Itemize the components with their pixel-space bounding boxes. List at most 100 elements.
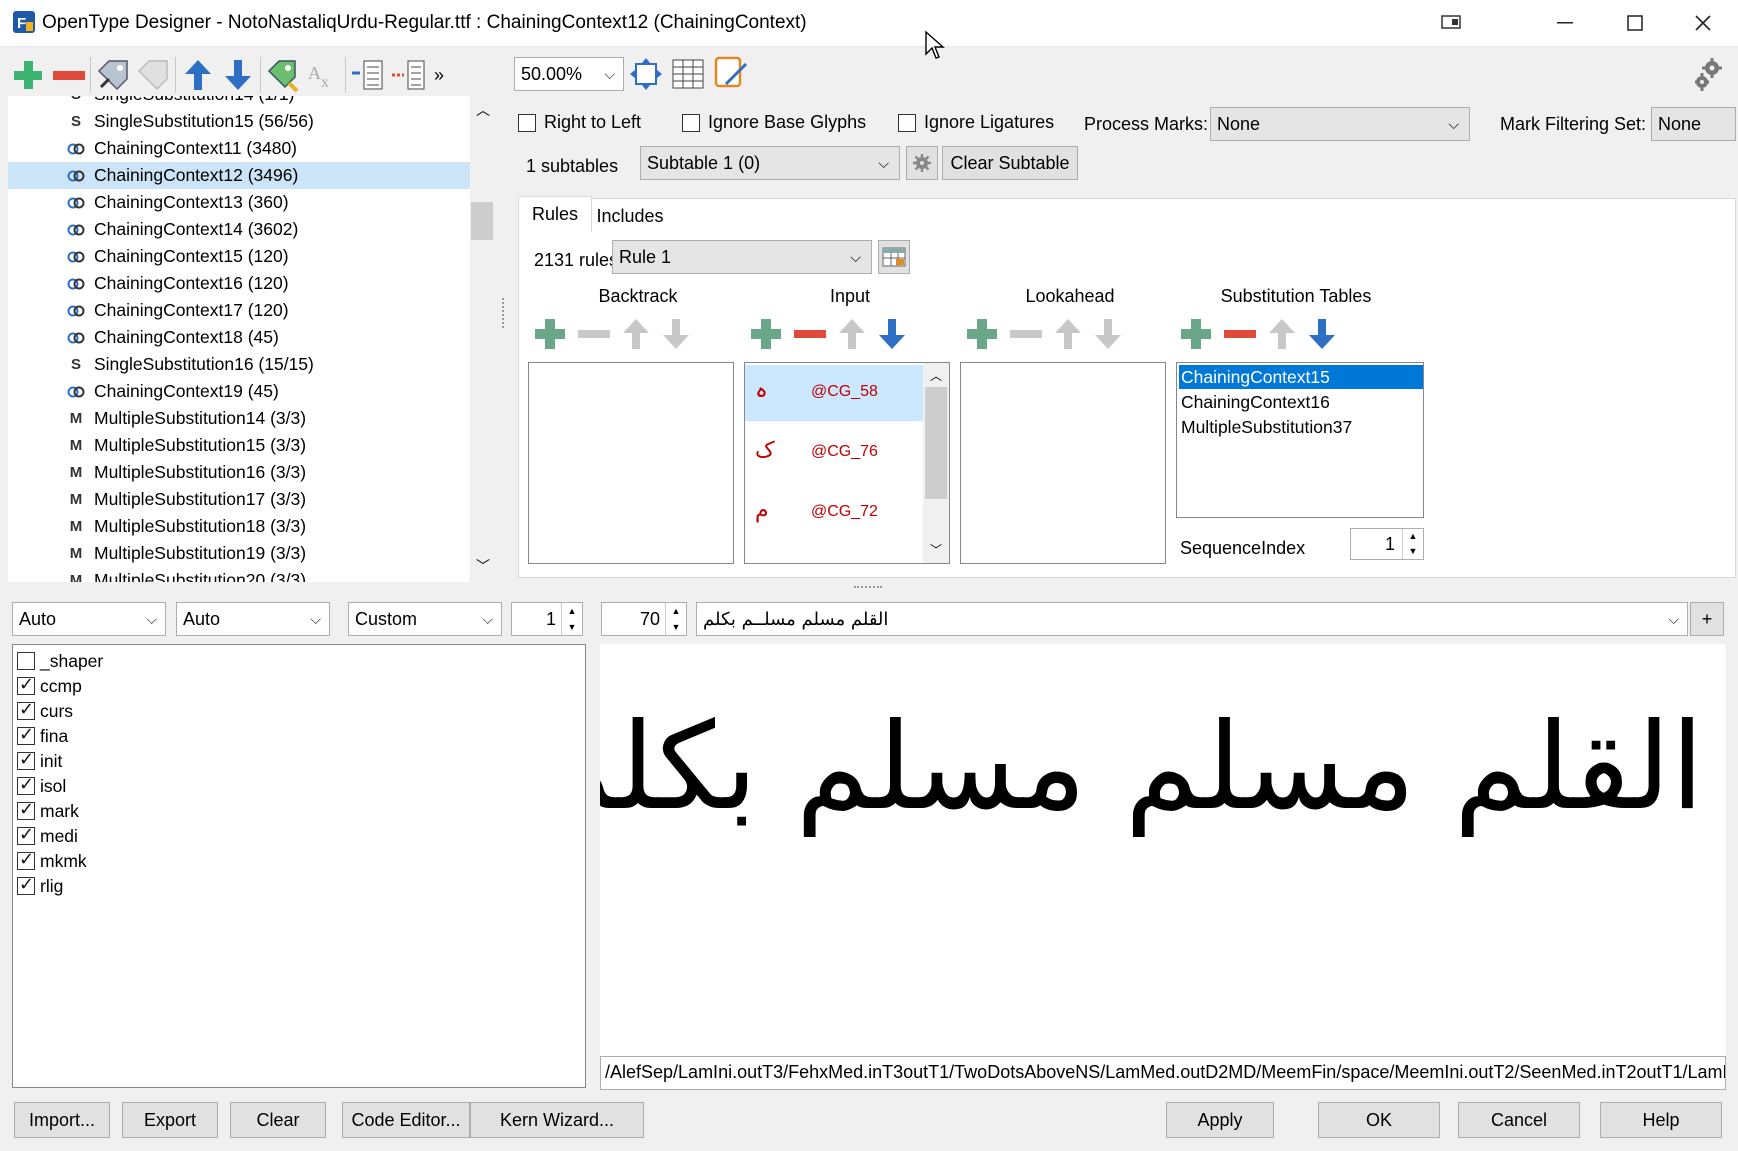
feature-checkbox[interactable] bbox=[17, 824, 35, 845]
edit-tag-icon[interactable] bbox=[95, 55, 131, 95]
sample-text-combo[interactable]: القلم مسلم مسلــم بکلم ⌵ bbox=[696, 602, 1688, 636]
feature-checkbox[interactable] bbox=[17, 724, 35, 745]
scroll-down-icon[interactable]: ﹀ bbox=[476, 556, 490, 576]
ok-button[interactable]: OK bbox=[1318, 1102, 1440, 1138]
lookahead-list[interactable] bbox=[960, 362, 1166, 564]
minimize-button[interactable] bbox=[1530, 0, 1600, 46]
lookup-item[interactable]: ChainingContext19 (45) bbox=[8, 378, 470, 405]
right-to-left-checkbox[interactable] bbox=[518, 113, 536, 132]
add-lookahead-button[interactable] bbox=[964, 316, 1000, 352]
glyph-string-field[interactable]: /AlefSep/LamIni.outT3/FehxMed.inT3outT1/… bbox=[600, 1056, 1726, 1090]
feature-checkbox[interactable] bbox=[17, 849, 35, 870]
lookup-item[interactable]: S SingleSubstitution16 (15/15) bbox=[8, 351, 470, 378]
tab-rules[interactable]: Rules bbox=[518, 196, 592, 232]
add-lookup-button[interactable] bbox=[10, 55, 46, 95]
substitution-up-button[interactable] bbox=[1266, 316, 1298, 352]
lookup-item[interactable]: ChainingContext12 (3496) bbox=[8, 162, 470, 189]
list-extract-icon[interactable] bbox=[390, 55, 426, 95]
remove-substitution-button[interactable] bbox=[1222, 316, 1258, 352]
input-item[interactable]: ک @CG_76 bbox=[745, 425, 923, 481]
input-item[interactable]: م @CG_72 bbox=[745, 485, 923, 541]
lookup-item[interactable]: S SingleSubstitution15 (56/56) bbox=[8, 108, 470, 135]
font-size-stepper[interactable]: 70 ▲ ▼ bbox=[601, 602, 687, 636]
scroll-down-icon[interactable]: ﹀ bbox=[930, 541, 942, 558]
lookup-item[interactable]: M MultipleSubstitution16 (3/3) bbox=[8, 459, 470, 486]
remove-lookup-button[interactable] bbox=[50, 55, 86, 95]
script-edit-icon[interactable] bbox=[712, 54, 750, 97]
index-stepper[interactable]: 1 ▲ ▼ bbox=[511, 602, 583, 636]
export-button[interactable]: Export bbox=[122, 1102, 218, 1138]
maximize-button[interactable] bbox=[1600, 0, 1670, 46]
substitution-item[interactable]: MultipleSubstitution37 bbox=[1179, 415, 1423, 439]
zoom-combo[interactable]: 50.00% ⌵ bbox=[514, 57, 624, 91]
spell-check-icon[interactable]: Ax bbox=[305, 55, 341, 95]
feature-checkbox[interactable] bbox=[17, 874, 35, 895]
remove-backtrack-button[interactable] bbox=[576, 316, 612, 352]
kern-wizard-button[interactable]: Kern Wizard... bbox=[470, 1102, 644, 1138]
feature-checkbox[interactable] bbox=[17, 799, 35, 820]
language-combo[interactable]: Auto ⌵ bbox=[176, 602, 330, 636]
lookup-item[interactable]: M MultipleSubstitution14 (3/3) bbox=[8, 405, 470, 432]
ignore-base-glyphs-checkbox[interactable] bbox=[682, 113, 700, 132]
add-substitution-button[interactable] bbox=[1178, 316, 1214, 352]
close-button[interactable] bbox=[1668, 0, 1738, 46]
feature-item[interactable]: ccmp bbox=[17, 674, 82, 698]
restore-layout-icon[interactable] bbox=[1440, 12, 1464, 37]
remove-input-button[interactable] bbox=[792, 316, 828, 352]
feature-checkbox[interactable] bbox=[17, 774, 35, 795]
fit-view-icon[interactable] bbox=[628, 56, 664, 97]
remove-lookahead-button[interactable] bbox=[1008, 316, 1044, 352]
mark-filtering-combo[interactable]: None bbox=[1651, 107, 1736, 141]
move-up-button[interactable] bbox=[180, 55, 216, 95]
feature-item[interactable]: init bbox=[17, 749, 62, 773]
lookup-list[interactable]: S SingleSubstitution14 (1/1) S SingleSubsti… bbox=[8, 96, 470, 582]
scroll-thumb[interactable] bbox=[471, 202, 493, 240]
feature-item[interactable]: mark bbox=[17, 799, 79, 823]
rule-combo[interactable]: Rule 1 ⌵ bbox=[612, 240, 872, 274]
lookup-item[interactable]: M MultipleSubstitution17 (3/3) bbox=[8, 486, 470, 513]
lookup-item[interactable]: ChainingContext14 (3602) bbox=[8, 216, 470, 243]
spin-arrows-icon[interactable]: ▲ ▼ bbox=[665, 603, 686, 635]
spin-arrows-icon[interactable]: ▲ ▼ bbox=[561, 603, 582, 635]
input-item[interactable]: ہ @CG_58 bbox=[745, 365, 923, 421]
feature-item[interactable]: fina bbox=[17, 724, 68, 748]
add-backtrack-button[interactable] bbox=[532, 316, 568, 352]
feature-item[interactable]: medi bbox=[17, 824, 78, 848]
lookup-item[interactable]: ChainingContext18 (45) bbox=[8, 324, 470, 351]
feature-item[interactable]: _shaper bbox=[17, 649, 103, 673]
input-up-button[interactable] bbox=[836, 316, 868, 352]
lookup-item[interactable]: ChainingContext15 (120) bbox=[8, 243, 470, 270]
clear-button[interactable]: Clear bbox=[230, 1102, 326, 1138]
lookup-item[interactable]: ChainingContext16 (120) bbox=[8, 270, 470, 297]
feature-item[interactable]: rlig bbox=[17, 874, 63, 898]
toolbar-overflow-button[interactable]: » bbox=[430, 65, 448, 86]
script-combo[interactable]: Auto ⌵ bbox=[12, 602, 166, 636]
lookup-item[interactable]: ChainingContext13 (360) bbox=[8, 189, 470, 216]
ignore-ligatures-checkbox[interactable] bbox=[898, 113, 916, 132]
scroll-up-icon[interactable]: ︿ bbox=[476, 100, 490, 120]
tab-includes[interactable]: Includes bbox=[593, 200, 667, 232]
lookup-item[interactable]: ChainingContext11 (3480) bbox=[8, 135, 470, 162]
rule-table-button[interactable] bbox=[878, 240, 910, 274]
spin-arrows-icon[interactable]: ▲ ▼ bbox=[1402, 529, 1423, 559]
gear-icon[interactable] bbox=[1692, 56, 1726, 97]
scroll-up-icon[interactable]: ︿ bbox=[930, 367, 942, 384]
feature-checkbox[interactable] bbox=[17, 652, 35, 670]
backtrack-up-button[interactable] bbox=[620, 316, 652, 352]
help-button[interactable]: Help bbox=[1600, 1102, 1722, 1138]
lookup-item[interactable]: M MultipleSubstitution15 (3/3) bbox=[8, 432, 470, 459]
feature-checkbox[interactable] bbox=[17, 749, 35, 770]
feature-checkbox[interactable] bbox=[17, 699, 35, 720]
lookup-item[interactable]: S SingleSubstitution14 (1/1) bbox=[8, 96, 470, 108]
add-sample-button[interactable]: + bbox=[1690, 602, 1724, 636]
lookup-item[interactable]: ChainingContext17 (120) bbox=[8, 297, 470, 324]
subtable-settings-button[interactable] bbox=[906, 146, 938, 180]
lookup-item[interactable]: M MultipleSubstitution20 (3/3) bbox=[8, 567, 470, 582]
features-list[interactable]: _shaperccmp curs fina init isol mark medi mkmk r… bbox=[12, 644, 586, 1088]
feature-item[interactable]: curs bbox=[17, 699, 73, 723]
import-button[interactable]: Import... bbox=[14, 1102, 110, 1138]
backtrack-list[interactable] bbox=[528, 362, 734, 564]
vertical-splitter[interactable] bbox=[502, 298, 506, 328]
subtable-combo[interactable]: Subtable 1 (0) ⌵ bbox=[640, 146, 900, 180]
features-mode-combo[interactable]: Custom ⌵ bbox=[348, 602, 502, 636]
